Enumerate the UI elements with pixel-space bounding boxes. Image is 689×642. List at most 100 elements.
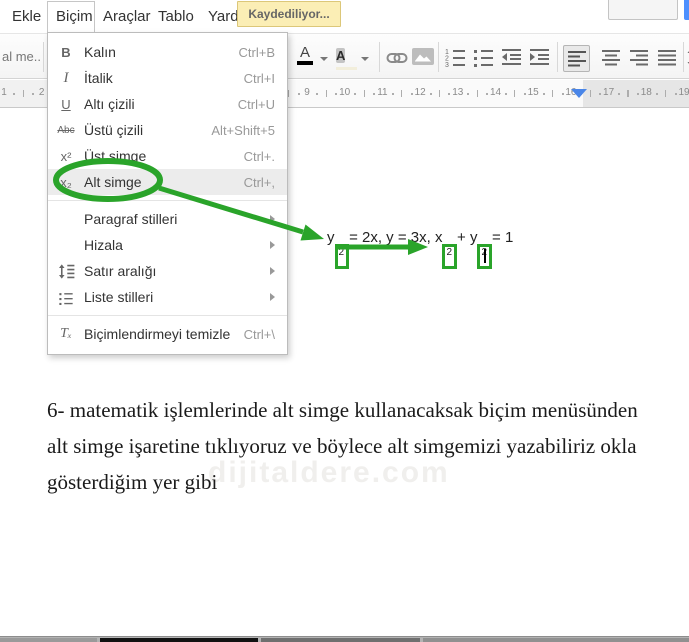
ruler-tick (636, 93, 639, 95)
ruler-tick (297, 93, 300, 95)
insert-image-icon (412, 48, 434, 65)
clear-formatting-icon: Tₓ (60, 326, 72, 341)
menu-item-label: Alt simge (84, 174, 142, 190)
bulleted-list-button[interactable] (473, 47, 494, 67)
ruler-tick (665, 90, 667, 97)
menu-bar: Ekle Araçlar Tablo Yard (0, 0, 689, 33)
ruler-number: 13 (452, 87, 464, 98)
ruler-tick (391, 93, 394, 95)
ruler-tick (486, 93, 489, 95)
ruler-number: 14 (489, 87, 502, 98)
ruler-number: 18 (640, 87, 652, 98)
ruler-tick (448, 93, 451, 95)
ruler-tick (674, 93, 677, 95)
bottom-edge-bar (0, 636, 689, 642)
toolbar-separator (438, 42, 439, 72)
paragraph-line: alt simge işaretine tıklıyoruz ve böylec… (47, 434, 637, 458)
bulleted-list-icon (474, 50, 493, 67)
ruler-tick (523, 93, 526, 95)
menu-item-label: Üstü çizili (84, 122, 144, 138)
menu-separator (48, 200, 287, 201)
highlight-color-button[interactable]: A (336, 45, 357, 70)
share-button[interactable] (684, 0, 689, 20)
menu-item-liste-stilleri[interactable]: Liste stilleri (48, 284, 287, 310)
menu-item-alti-cizili[interactable]: U Altı çizili Ctrl+U (48, 91, 287, 117)
menu-item-satir-araligi[interactable]: Satır aralığı (48, 258, 287, 284)
menu-item-ustu-cizili[interactable]: Abc Üstü çizili Alt+Shift+5 (48, 117, 287, 143)
text-color-dropdown-icon[interactable] (320, 57, 328, 61)
subscript-highlight-box: 2 (334, 244, 350, 269)
paragraph-line: gösterdiğim yer gibi (47, 470, 218, 494)
ruler-tick (354, 93, 357, 95)
ruler-tick (476, 90, 478, 97)
submenu-arrow-icon (270, 215, 275, 223)
ruler-tick (599, 93, 602, 95)
increase-indent-icon (530, 49, 549, 65)
menu-araclar[interactable]: Araçlar (103, 8, 151, 25)
ruler-number: 11 (377, 87, 388, 98)
menu-item-shortcut: Ctrl+U (237, 96, 275, 112)
menu-item-label: Altı çizili (84, 96, 135, 112)
menu-separator (48, 315, 287, 316)
ruler-number: 19 (678, 87, 689, 98)
menu-item-shortcut: Ctrl+I (243, 70, 275, 86)
saving-status-tooltip: Kaydediliyor... (237, 1, 341, 27)
text-color-icon: A (299, 44, 310, 61)
comments-button[interactable] (608, 0, 678, 20)
menu-ekle[interactable]: Ekle (12, 8, 41, 25)
increase-indent-button[interactable] (529, 47, 550, 67)
equation-line: y2= 2x, y = 3x, x2+ y2= 1 (327, 228, 513, 269)
decrease-indent-button[interactable] (501, 47, 522, 67)
menu-item-alt-simge[interactable]: x₂ Alt simge Ctrl+, (48, 169, 287, 195)
menu-item-paragraf-stilleri[interactable]: Paragraf stilleri (48, 206, 287, 232)
strikethrough-icon: Abc (57, 124, 75, 136)
paragraph-style-dropdown[interactable]: al me... (2, 49, 41, 64)
insert-link-button[interactable] (386, 51, 408, 65)
subscript-icon: x₂ (60, 174, 72, 190)
ruler-tick (22, 90, 24, 97)
ruler-tick (618, 93, 620, 95)
menu-item-italik[interactable]: I İtalik Ctrl+I (48, 65, 287, 91)
toolbar-separator (43, 42, 44, 72)
insert-link-icon (386, 53, 408, 63)
submenu-arrow-icon (270, 293, 275, 301)
equation-text: = 1 (492, 229, 514, 246)
align-center-icon (602, 50, 620, 66)
toolbar-separator (379, 42, 380, 72)
text-color-button[interactable]: A (297, 45, 313, 65)
menu-item-ust-simge[interactable]: x² Üst simge Ctrl+. (48, 143, 287, 169)
ruler-tick (335, 93, 338, 95)
justify-button[interactable] (658, 49, 676, 66)
menu-item-kalin[interactable]: B Kalın Ctrl+B (48, 39, 287, 65)
menu-item-label: Liste stilleri (84, 289, 154, 305)
insert-image-button[interactable] (412, 48, 434, 66)
highlight-dropdown-icon[interactable] (361, 57, 369, 61)
right-indent-marker[interactable] (571, 89, 587, 98)
align-right-icon (630, 50, 648, 66)
menu-item-shortcut: Ctrl+, (243, 174, 275, 190)
submenu-arrow-icon (270, 241, 275, 249)
align-left-button[interactable] (563, 45, 590, 72)
numbered-list-button[interactable]: 123 (445, 47, 466, 67)
ruler-tick (467, 93, 470, 95)
line-spacing-icon (48, 263, 84, 279)
align-right-button[interactable] (630, 49, 648, 66)
menu-yardim[interactable]: Yard (208, 8, 239, 25)
ruler-tick (401, 90, 403, 97)
ruler-number: 9 (304, 87, 310, 98)
highlight-color-icon: A (336, 48, 346, 63)
menu-bicim[interactable]: Biçim (56, 8, 93, 25)
menu-item-shortcut: Alt+Shift+5 (211, 122, 275, 138)
decrease-indent-icon (502, 49, 521, 65)
format-menu-panel: B Kalın Ctrl+B I İtalik Ctrl+I U Altı çi… (47, 32, 288, 355)
menu-item-bicimlendirmeyi-temizle[interactable]: Tₓ Biçimlendirmeyi temizle Ctrl+\ (48, 321, 287, 347)
menu-tablo[interactable]: Tablo (158, 8, 194, 25)
menu-item-label: İtalik (84, 70, 113, 86)
menu-item-shortcut: Ctrl+B (238, 44, 275, 60)
tutorial-paragraph: 6- matematik işlemlerinde alt simge kull… (47, 392, 657, 500)
menu-item-label: Satır aralığı (84, 263, 157, 279)
equation-text: + y (457, 229, 478, 246)
menu-item-hizala[interactable]: Hizala (48, 232, 287, 258)
italic-icon: I (63, 69, 69, 86)
align-center-button[interactable] (602, 49, 620, 66)
